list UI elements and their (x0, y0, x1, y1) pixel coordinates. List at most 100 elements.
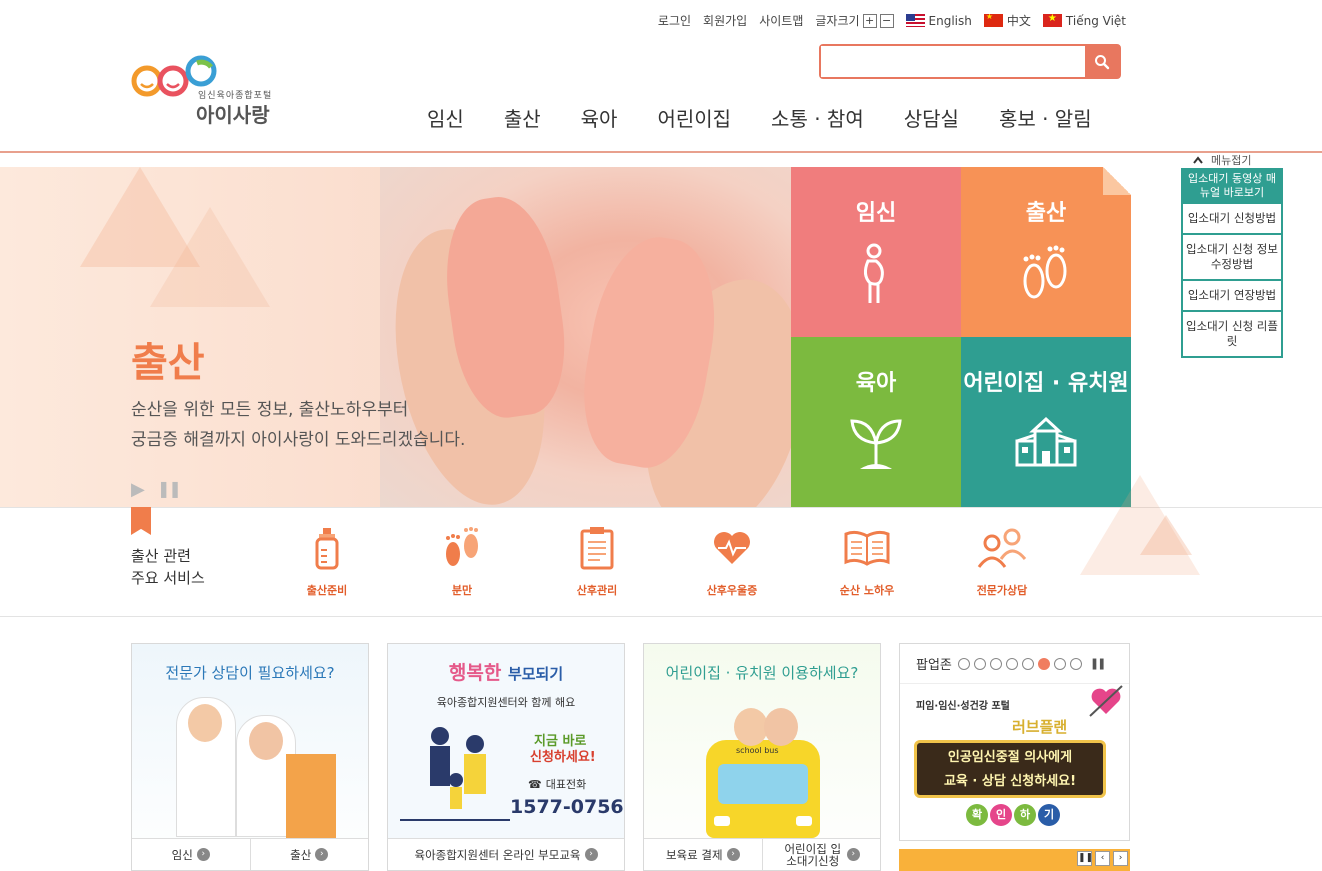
main-nav: 임신 출산 육아 어린이집 소통 · 참여 상담실 홍보 · 알림 (407, 103, 1112, 132)
banner-link-label: 육아종합지원센터 온라인 부모교육 (414, 847, 581, 862)
expert-counsel-banner[interactable]: 전문가 상담이 필요하세요? 임신 › 출산 › (131, 643, 369, 871)
service-label: 분만 (451, 584, 473, 597)
quick-menu-item[interactable]: 입소대기 신청 정보 수정방법 (1181, 235, 1283, 281)
signup-link[interactable]: 회원가입 (703, 12, 747, 29)
banner-link[interactable]: 출산 › (251, 839, 369, 870)
banner-link-label: 보육료 결제 (665, 847, 723, 862)
quick-menu-item[interactable]: 입소대기 신청 리플릿 (1181, 312, 1283, 358)
open-book-icon (844, 530, 890, 566)
nav-news[interactable]: 홍보 · 알림 (979, 103, 1112, 132)
slide-dot[interactable] (973, 657, 986, 670)
service-delivery[interactable]: 분만 (412, 524, 512, 598)
popup-confirm-button[interactable]: 확 인 하 기 (966, 804, 1060, 826)
parent-education-banner[interactable]: 행복한 부모되기 육아종합지원센터와 함께 해요 지금 바로 신청하세요! ☎ … (387, 643, 625, 871)
banner-link[interactable]: 어린이집 입소대기신청 › (763, 839, 881, 870)
search-input[interactable] (821, 46, 1085, 77)
menu-collapse-label: 메뉴접기 (1211, 154, 1252, 167)
banner-links: 보육료 결제 › 어린이집 입소대기신청 › (644, 838, 880, 870)
site-logo[interactable]: 임신육아종합포털 아이사랑 (131, 53, 281, 127)
logo-name: 아이사랑 (196, 103, 270, 127)
pause-icon[interactable]: ❚❚ (157, 479, 182, 498)
chevron-up-icon (1193, 156, 1203, 164)
slide-dot-active[interactable] (1037, 657, 1050, 670)
services-title-line: 출산 관련 (131, 547, 191, 565)
banner-link[interactable]: 보육료 결제 › (644, 839, 763, 870)
slide-dot[interactable] (957, 657, 970, 670)
lang-english[interactable]: English (905, 14, 972, 28)
slide-dot[interactable] (1021, 657, 1034, 670)
lang-chinese-label: 中文 (1006, 14, 1031, 28)
service-expert-counsel[interactable]: 전문가상담 (952, 524, 1052, 598)
nav-parenting[interactable]: 육아 (561, 103, 638, 132)
banner-caption: 어린이집 · 유치원 이용하세요? (665, 664, 859, 682)
sitemap-link[interactable]: 사이트맵 (759, 12, 803, 29)
second-popup-strip: ❚❚ ‹ › (899, 849, 1130, 871)
phone-icon: ☎ (528, 777, 542, 791)
banner-title-rest: 부모되기 (507, 665, 564, 683)
slide-dot[interactable] (1069, 657, 1082, 670)
banner-link[interactable]: 임신 › (132, 839, 251, 870)
phone-label-text: 대표전화 (545, 778, 587, 791)
hero-title: 출산 (131, 340, 205, 386)
popup-brand: 러브플랜 (1012, 718, 1068, 736)
services-title-line: 주요 서비스 (131, 569, 205, 587)
quick-menu-video-link[interactable]: 입소대기 동영상 매뉴얼 바로보기 (1181, 168, 1283, 204)
chevron-left-icon[interactable]: ‹ (1095, 851, 1110, 866)
pause-icon[interactable]: ❚❚ (1077, 851, 1093, 866)
login-link[interactable]: 로그인 (658, 12, 691, 29)
lang-vietnamese[interactable]: Tiếng Việt (1042, 14, 1126, 28)
hero-desc-line: 순산을 위한 모든 정보, 출산노하우부터 (131, 400, 409, 420)
bus-headlight (796, 816, 812, 826)
chevron-right-icon[interactable]: › (1113, 851, 1128, 866)
service-postpartum-depression[interactable]: 산후우울증 (682, 524, 782, 598)
play-icon[interactable]: ▶ (131, 479, 145, 500)
vietnam-flag-icon (1042, 14, 1062, 27)
banner-subtitle: 육아종합지원센터와 함께 해요 (436, 696, 576, 709)
slide-dot[interactable] (1053, 657, 1066, 670)
lang-chinese[interactable]: 中文 (983, 12, 1031, 29)
utility-bar: 로그인 회원가입 사이트맵 글자크기 + − English 中文 Tiếng … (658, 12, 1126, 29)
quick-menu-item[interactable]: 입소대기 신청방법 (1181, 204, 1283, 235)
us-flag-icon (905, 14, 925, 27)
pause-icon[interactable]: ❚❚ (1090, 657, 1107, 670)
baby-feet-icon (1023, 245, 1067, 299)
banner-cta-line: 신청하세요! (530, 750, 596, 765)
slide-dot[interactable] (1005, 657, 1018, 670)
font-size-plus-button[interactable]: + (862, 13, 877, 28)
bus-window (718, 764, 808, 804)
service-label: 전문가상담 (976, 584, 1028, 597)
popup-slide-header: 피임·임신·성건강 포털 (916, 701, 1010, 712)
search-button[interactable] (1085, 46, 1119, 77)
service-birth-knowhow[interactable]: 순산 노하우 (817, 524, 917, 598)
page-fold-corner (1103, 167, 1131, 195)
search-icon (1095, 54, 1110, 69)
quick-menu-item[interactable]: 입소대기 연장방법 (1181, 281, 1283, 312)
nav-counseling[interactable]: 상담실 (884, 103, 979, 132)
bookshelf-image (286, 754, 336, 838)
nav-pregnancy[interactable]: 임신 (407, 103, 484, 132)
nav-community[interactable]: 소통 · 참여 (751, 103, 884, 132)
tile-label: 육아 (855, 371, 897, 396)
confirm-char: 인 (990, 804, 1012, 826)
nav-divider (0, 151, 1322, 153)
service-label: 산후우울증 (706, 584, 758, 597)
tile-birth[interactable]: 출산 (961, 167, 1131, 337)
service-birth-prep[interactable]: 출산준비 (277, 524, 377, 598)
font-size-minus-button[interactable]: − (879, 13, 894, 28)
tile-parenting[interactable]: 육아 (791, 337, 961, 507)
nav-daycare[interactable]: 어린이집 (637, 103, 751, 132)
tile-label: 어린이집 · 유치원 (963, 371, 1129, 396)
banner-links: 육아종합지원센터 온라인 부모교육 › (388, 838, 624, 870)
child-face (734, 708, 768, 746)
arrow-right-icon: › (196, 848, 210, 861)
service-postnatal-care[interactable]: 산후관리 (547, 524, 647, 598)
popup-slide[interactable]: 피임·임신·성건강 포털 러브플랜 인공임신중절 의사에게 교육 · 상담 신청… (900, 684, 1129, 840)
popup-zone-header: 팝업존 ❚❚ (900, 644, 1129, 684)
slide-dot[interactable] (989, 657, 1002, 670)
menu-collapse-toggle[interactable]: 메뉴접기 (1181, 152, 1283, 168)
confirm-char: 확 (966, 804, 988, 826)
tile-pregnancy[interactable]: 임신 (791, 167, 961, 337)
banner-link[interactable]: 육아종합지원센터 온라인 부모교육 › (388, 839, 624, 870)
nav-birth[interactable]: 출산 (484, 103, 561, 132)
daycare-banner[interactable]: 어린이집 · 유치원 이용하세요? school bus 보육료 결제 › 어린이… (643, 643, 881, 871)
